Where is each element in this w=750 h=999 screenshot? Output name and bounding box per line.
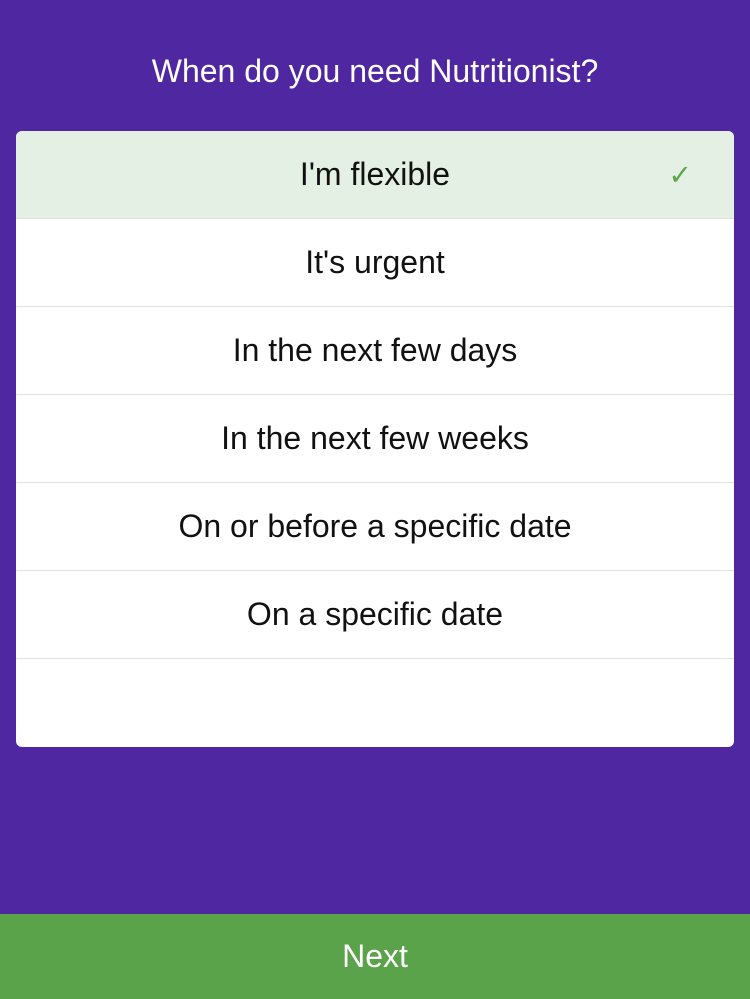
option-on-specific-date[interactable]: On a specific date (16, 571, 734, 659)
option-label: On a specific date (246, 596, 504, 632)
option-on-or-before-date[interactable]: On or before a specific date (16, 483, 734, 571)
option-label: On or before a specific date (178, 508, 572, 544)
option-label: I'm flexible (299, 156, 451, 192)
option-label: It's urgent (305, 244, 445, 280)
next-button[interactable]: Next (0, 914, 750, 999)
list-empty-space (16, 659, 734, 747)
timing-options-list: I'm flexible ✓ It's urgent In the next f… (16, 131, 734, 747)
option-next-few-weeks[interactable]: In the next few weeks (16, 395, 734, 483)
option-label: In the next few days (232, 332, 518, 368)
option-its-urgent[interactable]: It's urgent (16, 219, 734, 307)
page-title: When do you need Nutritionist? (151, 53, 599, 89)
option-label: In the next few weeks (221, 420, 529, 456)
option-im-flexible[interactable]: I'm flexible ✓ (16, 131, 734, 219)
checkmark-icon: ✓ (668, 159, 692, 190)
option-next-few-days[interactable]: In the next few days (16, 307, 734, 395)
